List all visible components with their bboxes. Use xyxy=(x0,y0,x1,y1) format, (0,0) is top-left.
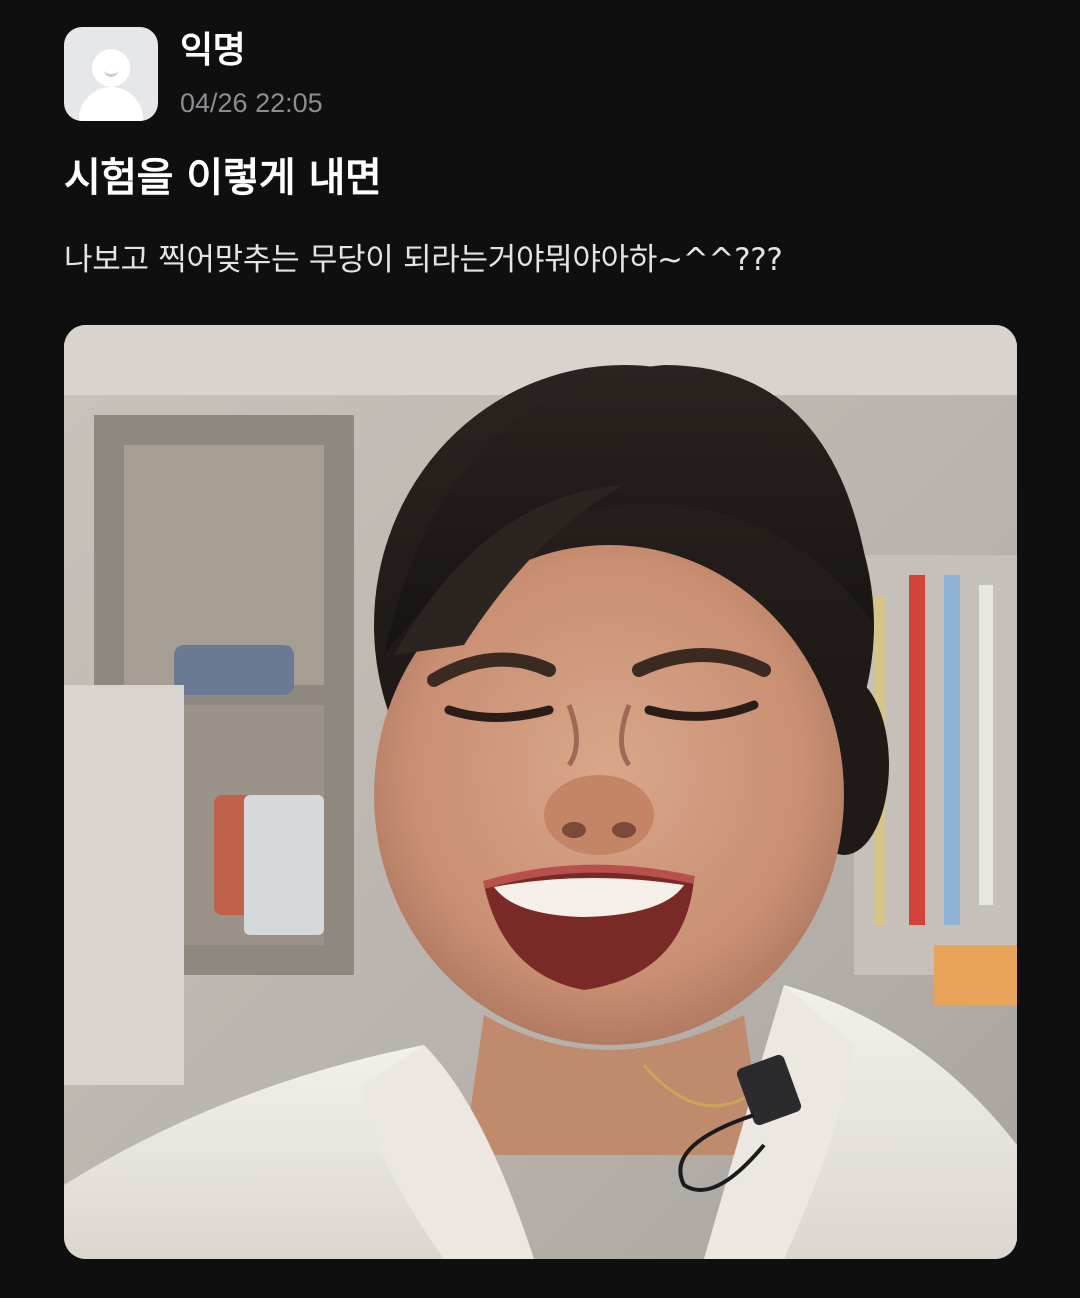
avatar-body xyxy=(79,87,143,121)
post-content: 나보고 찍어맞추는 무당이 되라는거야뭐야아하~^^??? xyxy=(64,242,783,278)
post-image[interactable] xyxy=(64,325,1017,1259)
photo-image xyxy=(64,325,1017,1259)
post: 익명 04/26 22:05 시험을 이렇게 내면 나보고 찍어맞추는 무당이 … xyxy=(0,0,1080,1298)
author-name[interactable]: 익명 xyxy=(180,29,323,73)
post-title: 시험을 이렇게 내면 xyxy=(64,155,382,201)
anonymous-user-icon[interactable] xyxy=(64,27,158,121)
post-header: 익명 04/26 22:05 xyxy=(64,27,323,121)
post-meta: 익명 04/26 22:05 xyxy=(180,27,323,119)
post-timestamp: 04/26 22:05 xyxy=(180,88,323,118)
